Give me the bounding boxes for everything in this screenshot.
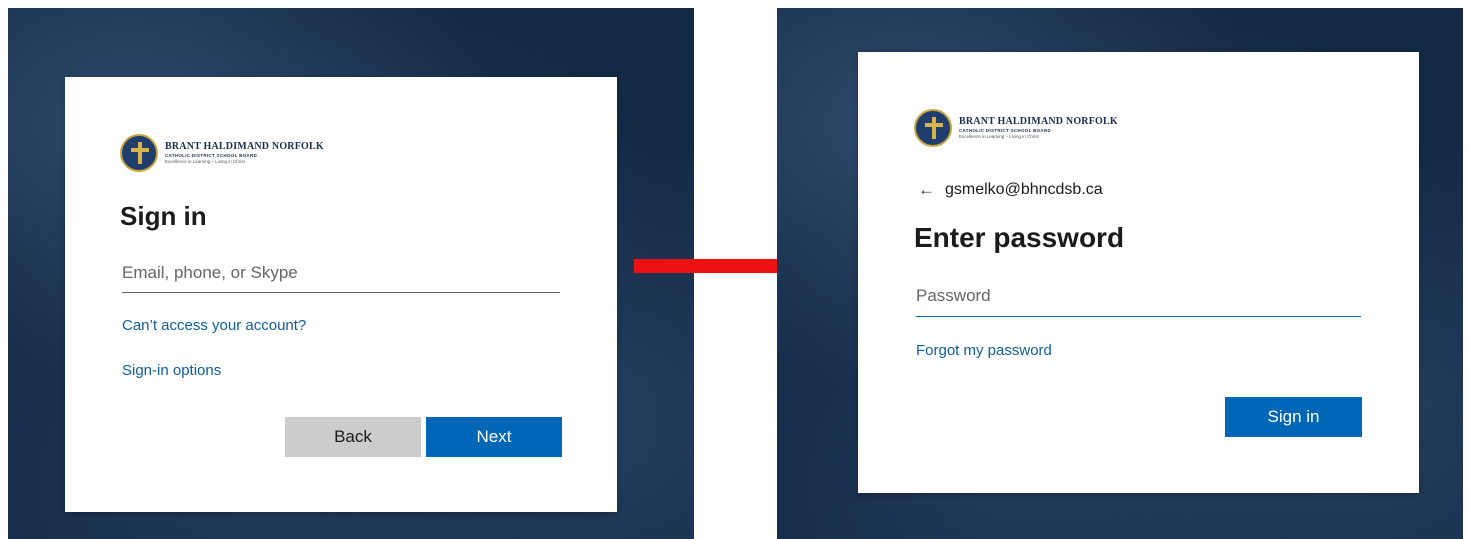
signin-background-panel: BRANT HALDIMAND NORFOLK CATHOLIC DISTRIC… — [8, 8, 694, 539]
password-card: BRANT HALDIMAND NORFOLK CATHOLIC DISTRIC… — [858, 52, 1419, 493]
cant-access-account-link[interactable]: Can’t access your account? — [122, 317, 306, 334]
logo-tagline: Excellence in Learning – Living in Chris… — [959, 134, 1039, 139]
forgot-password-link[interactable]: Forgot my password — [916, 342, 1052, 359]
school-board-seal-icon — [120, 134, 158, 172]
next-button[interactable]: Next — [426, 417, 562, 457]
password-input[interactable] — [916, 284, 1361, 317]
logo-name: BRANT HALDIMAND NORFOLK — [165, 140, 324, 152]
arrow-shaft — [634, 259, 784, 273]
signin-options-link[interactable]: Sign-in options — [122, 362, 221, 379]
logo-tagline: Excellence in Learning – Living in Chris… — [165, 159, 245, 164]
school-board-logo: BRANT HALDIMAND NORFOLK CATHOLIC DISTRIC… — [120, 134, 324, 172]
logo-name: BRANT HALDIMAND NORFOLK — [959, 115, 1118, 127]
sign-in-button[interactable]: Sign in — [1225, 397, 1362, 437]
logo-subtitle: CATHOLIC DISTRICT SCHOOL BOARD — [959, 127, 1052, 133]
password-title: Enter password — [914, 222, 1125, 253]
logo-text: BRANT HALDIMAND NORFOLK CATHOLIC DISTRIC… — [165, 140, 324, 165]
school-board-logo: BRANT HALDIMAND NORFOLK CATHOLIC DISTRIC… — [914, 109, 1118, 147]
signin-title: Sign in — [120, 201, 207, 231]
school-board-seal-icon — [914, 109, 952, 147]
account-identity: ← gsmelko@bhncdsb.ca — [918, 180, 1103, 200]
logo-text: BRANT HALDIMAND NORFOLK CATHOLIC DISTRIC… — [959, 115, 1118, 140]
signin-card: BRANT HALDIMAND NORFOLK CATHOLIC DISTRIC… — [65, 77, 617, 512]
logo-subtitle: CATHOLIC DISTRICT SCHOOL BOARD — [165, 152, 258, 158]
email-input[interactable] — [122, 261, 560, 293]
account-email: gsmelko@bhncdsb.ca — [945, 181, 1103, 198]
password-background-panel: BRANT HALDIMAND NORFOLK CATHOLIC DISTRIC… — [777, 8, 1463, 539]
back-button[interactable]: Back — [285, 417, 421, 457]
back-arrow-icon[interactable]: ← — [918, 180, 935, 200]
